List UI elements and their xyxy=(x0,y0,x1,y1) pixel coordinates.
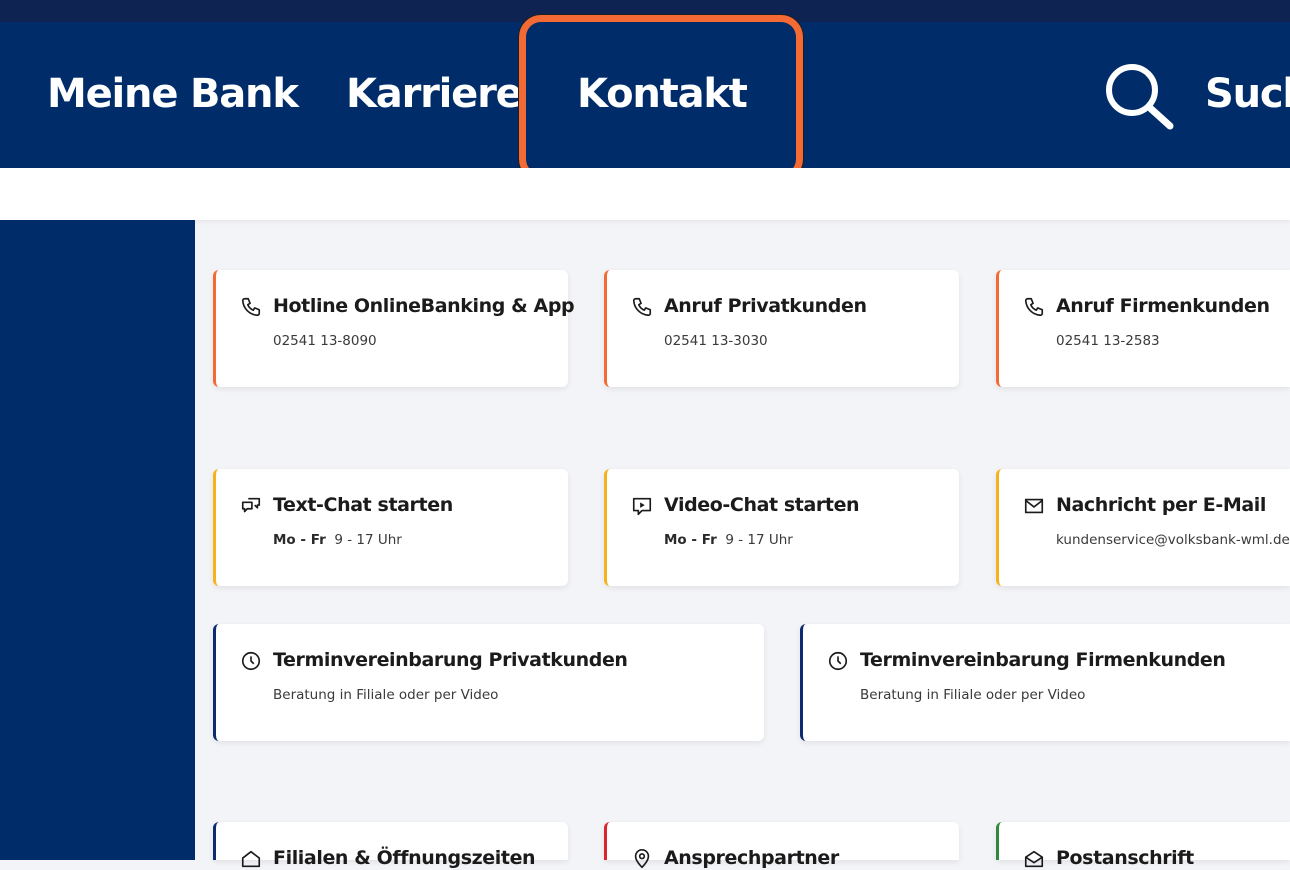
card-termin-firmenkunden[interactable]: Terminvereinbarung Firmenkunden Beratung… xyxy=(800,624,1290,741)
card-title: Filialen & Öffnungszeiten xyxy=(273,847,536,869)
card-title: Hotline OnlineBanking & App xyxy=(273,295,575,317)
location-pin-icon xyxy=(631,848,653,870)
sub-header-bar xyxy=(0,168,1290,220)
card-filialen[interactable]: Filialen & Öffnungszeiten xyxy=(213,822,568,869)
video-chat-icon xyxy=(631,495,653,517)
opening-days: Mo - Fr xyxy=(664,532,717,548)
sidebar xyxy=(0,220,195,860)
home-icon xyxy=(240,848,262,870)
card-title: Video-Chat starten xyxy=(664,494,860,516)
card-email[interactable]: Nachricht per E-Mail kundenservice@volks… xyxy=(996,469,1290,586)
card-title: Anruf Privatkunden xyxy=(664,295,867,317)
card-video-chat[interactable]: Video-Chat starten Mo - Fr 9 - 17 Uhr xyxy=(604,469,959,586)
highlight-box xyxy=(519,15,803,181)
phone-icon xyxy=(240,296,262,318)
search-label[interactable]: Suche xyxy=(1205,72,1290,116)
card-subtitle: Mo - Fr 9 - 17 Uhr xyxy=(664,532,793,548)
card-title: Anruf Firmenkunden xyxy=(1056,295,1270,317)
card-anruf-privatkunden[interactable]: Anruf Privatkunden 02541 13-3030 xyxy=(604,270,959,387)
opening-hours: 9 - 17 Uhr xyxy=(725,532,793,548)
nav-item-meine-bank[interactable]: Meine Bank xyxy=(47,72,299,116)
card-subtitle: 02541 13-2583 xyxy=(1056,333,1160,349)
card-title: Ansprechpartner xyxy=(664,847,839,869)
opening-hours: 9 - 17 Uhr xyxy=(334,532,402,548)
mail-icon xyxy=(1023,495,1045,517)
card-subtitle: kundenservice@volksbank-wml.de xyxy=(1056,532,1290,548)
card-subtitle: 02541 13-8090 xyxy=(273,333,377,349)
card-hotline-onlinebanking[interactable]: Hotline OnlineBanking & App 02541 13-809… xyxy=(213,270,575,387)
envelope-open-icon xyxy=(1023,848,1045,870)
chat-icon xyxy=(240,495,262,517)
clock-icon xyxy=(827,650,849,672)
card-subtitle: Mo - Fr 9 - 17 Uhr xyxy=(273,532,402,548)
card-ansprechpartner[interactable]: Ansprechpartner xyxy=(604,822,959,869)
card-title: Nachricht per E-Mail xyxy=(1056,494,1266,516)
clock-icon xyxy=(240,650,262,672)
card-termin-privatkunden[interactable]: Terminvereinbarung Privatkunden Beratung… xyxy=(213,624,764,741)
card-subtitle: Beratung in Filiale oder per Video xyxy=(860,687,1086,703)
card-title: Terminvereinbarung Privatkunden xyxy=(273,649,628,671)
card-subtitle: 02541 13-3030 xyxy=(664,333,768,349)
nav-item-karriere[interactable]: Karriere xyxy=(346,72,523,116)
search-icon[interactable] xyxy=(1100,58,1180,138)
phone-icon xyxy=(1023,296,1045,318)
card-text-chat[interactable]: Text-Chat starten Mo - Fr 9 - 17 Uhr xyxy=(213,469,568,586)
card-title: Postanschrift xyxy=(1056,847,1194,869)
opening-days: Mo - Fr xyxy=(273,532,326,548)
card-subtitle: Beratung in Filiale oder per Video xyxy=(273,687,499,703)
card-postanschrift[interactable]: Postanschrift xyxy=(996,822,1290,869)
card-anruf-firmenkunden[interactable]: Anruf Firmenkunden 02541 13-2583 xyxy=(996,270,1290,387)
card-title: Text-Chat starten xyxy=(273,494,453,516)
phone-icon xyxy=(631,296,653,318)
card-title: Terminvereinbarung Firmenkunden xyxy=(860,649,1226,671)
